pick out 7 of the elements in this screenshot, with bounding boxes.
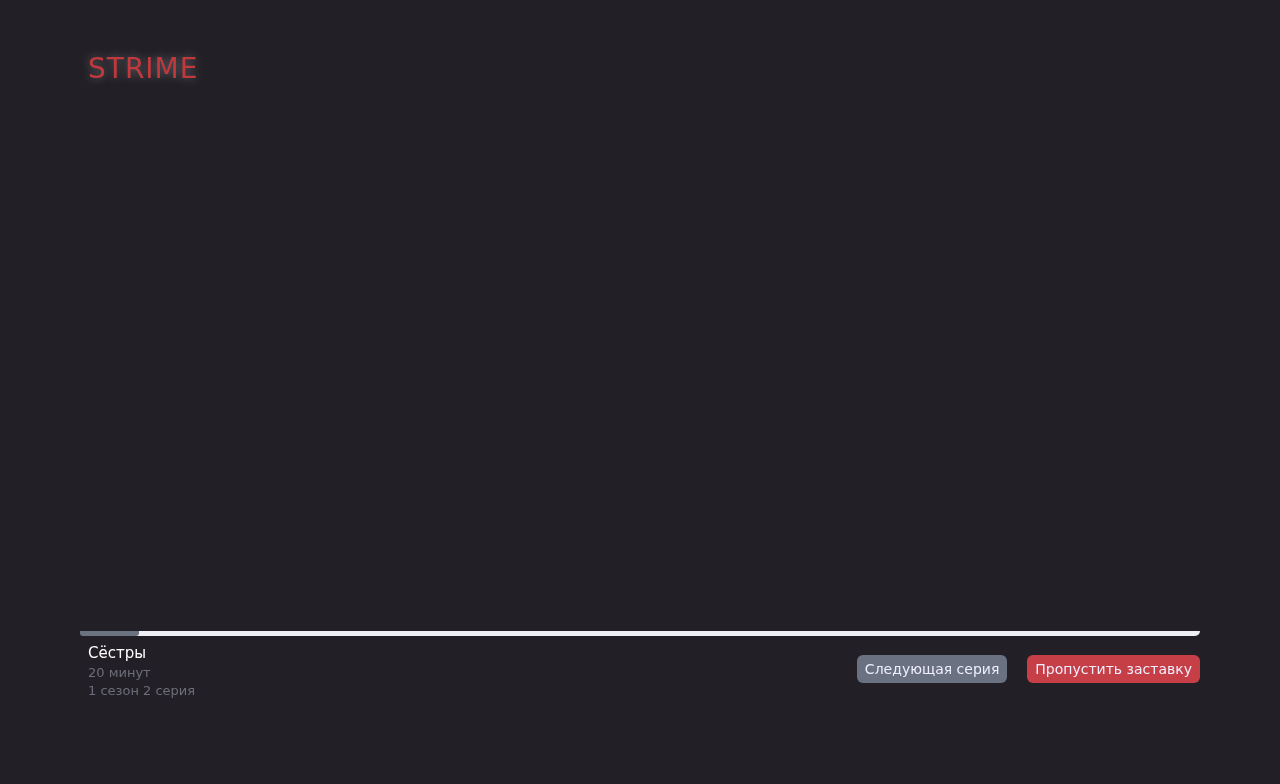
next-episode-button[interactable]: Следующая серия — [856, 655, 1008, 683]
duration-text: 20 минут — [88, 665, 152, 680]
progress-bar[interactable] — [80, 631, 1200, 636]
logo: STRIME — [88, 52, 199, 85]
episode-number: 1 сезон 2 серия — [88, 683, 196, 698]
skip-intro-button[interactable]: Пропустить заставку — [1027, 655, 1200, 683]
episode-title: Сёстры — [88, 644, 148, 662]
